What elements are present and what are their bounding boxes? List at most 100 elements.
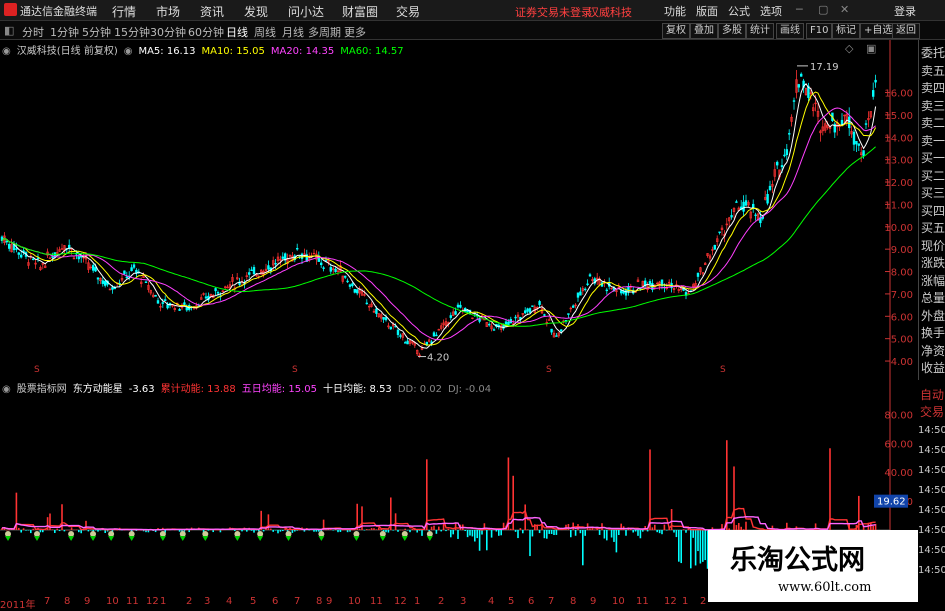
panel-toggle-icon[interactable]: ◧ — [4, 24, 14, 37]
energy-bar — [42, 530, 44, 533]
auto-trade-item[interactable]: 交易 — [920, 403, 944, 420]
menu-wealth[interactable]: 财富圈 — [342, 3, 378, 20]
energy-bar — [313, 530, 315, 532]
candle-body — [435, 334, 438, 337]
login-notice[interactable]: 证券交易未登录 — [515, 4, 592, 20]
quote-panel-item[interactable]: 委托 — [921, 44, 945, 61]
add-watchlist-button[interactable]: +自选 — [860, 23, 897, 39]
menu-quotes[interactable]: 行情 — [112, 3, 136, 20]
candle-body — [735, 201, 738, 203]
period-weekly[interactable]: 周线 — [254, 24, 276, 40]
f10-button[interactable]: F10 — [806, 23, 833, 39]
settings-icon[interactable]: ◉ — [2, 46, 11, 57]
energy-bar — [584, 530, 586, 536]
chart-title[interactable]: 汉威科技(日线 前复权) — [17, 46, 118, 57]
quote-panel-item[interactable]: 买三 — [921, 184, 945, 201]
multi-stock-button[interactable]: 多股 — [718, 23, 746, 39]
quote-panel-item[interactable]: 卖一 — [921, 132, 945, 149]
energy-bar — [582, 530, 584, 566]
ma-toggle-icon[interactable]: ◉ — [124, 46, 133, 57]
quote-panel-item[interactable]: 买二 — [921, 167, 945, 184]
period-more[interactable]: 更多 — [344, 24, 366, 40]
menu-market[interactable]: 市场 — [156, 3, 180, 20]
energy-bar — [639, 530, 642, 539]
quote-panel-item[interactable]: 买一 — [921, 149, 945, 166]
auto-trade-item[interactable]: 自动 — [920, 386, 944, 403]
candle-body — [36, 257, 40, 260]
quote-panel-item[interactable]: 卖五 — [921, 62, 945, 79]
quote-panel-item[interactable]: 卖四 — [921, 79, 945, 96]
menu-layout[interactable]: 版面 — [696, 3, 718, 19]
indicator-settings-icon[interactable]: ◉ — [2, 384, 11, 395]
energy-bar — [685, 530, 687, 533]
quote-panel-item[interactable]: 涨跌 — [921, 254, 945, 271]
energy-bar — [526, 529, 529, 530]
quote-panel-item[interactable]: 换手 — [921, 324, 945, 341]
period-1min[interactable]: 1分钟 — [50, 24, 79, 40]
date-tick-label: 11 — [126, 596, 139, 607]
period-15min[interactable]: 15分钟 — [114, 24, 150, 40]
candle-body — [874, 79, 877, 83]
quote-panel-item[interactable]: 卖二 — [921, 114, 945, 131]
quote-panel-item[interactable]: 卖三 — [921, 97, 945, 114]
date-tick-label: 2 — [438, 596, 445, 607]
energy-bar — [570, 530, 572, 538]
candle-body — [248, 272, 251, 275]
draw-button[interactable]: 画线 — [776, 23, 804, 39]
quote-panel-item[interactable]: 收益 — [921, 359, 945, 376]
menu-news[interactable]: 资讯 — [200, 3, 224, 20]
menu-function[interactable]: 功能 — [664, 3, 686, 19]
stats-button[interactable]: 统计 — [746, 23, 774, 39]
candle-body — [775, 161, 779, 166]
quote-panel-item[interactable]: 买四 — [921, 202, 945, 219]
quote-panel-item[interactable]: 总量 — [921, 289, 945, 306]
period-multi[interactable]: 多周期 — [308, 24, 341, 40]
candle-body — [123, 270, 126, 274]
energy-bar — [546, 530, 548, 539]
menu-options[interactable]: 选项 — [760, 3, 782, 19]
quote-panel-item[interactable]: 净资 — [921, 342, 945, 359]
diamond-icon[interactable]: ◇ — [845, 42, 853, 55]
price-tick-label: 16.00 — [884, 89, 913, 100]
indicator-source[interactable]: 股票指标网 — [17, 384, 67, 395]
quote-panel-item[interactable]: 外盘 — [921, 307, 945, 324]
period-daily[interactable]: 日线 — [226, 24, 248, 40]
restore-icon[interactable]: ▢ — [818, 3, 828, 16]
menu-trade[interactable]: 交易 — [396, 3, 420, 20]
close-icon[interactable]: ✕ — [840, 3, 849, 16]
energy-bar — [512, 475, 514, 530]
quote-panel-item[interactable]: 买五 — [921, 219, 945, 236]
green-arrow-icon — [257, 536, 264, 541]
mark-button[interactable]: 标记 — [832, 23, 860, 39]
minimize-icon[interactable]: ─ — [796, 3, 803, 16]
candle-body — [295, 248, 299, 250]
quote-panel-item[interactable]: 涨幅 — [921, 272, 945, 289]
overlay-button[interactable]: 叠加 — [690, 23, 718, 39]
back-button[interactable]: 返回 — [892, 23, 920, 39]
candle-body — [183, 302, 186, 305]
panel-expand-icon[interactable]: ▣ — [866, 42, 876, 55]
main-chart-info: ◉ 汉威科技(日线 前复权) ◉ MA5: 16.13 MA10: 15.05 MA20:… — [2, 42, 410, 57]
menu-ask[interactable]: 问小达 — [288, 3, 324, 20]
date-tick-label: 5 — [508, 596, 515, 607]
period-monthly[interactable]: 月线 — [282, 24, 304, 40]
adjust-button[interactable]: 复权 — [662, 23, 690, 39]
menu-discover[interactable]: 发现 — [244, 3, 268, 20]
energy-bar — [346, 530, 349, 533]
high-label: 17.19 — [810, 62, 839, 73]
energy-bar — [250, 530, 253, 531]
menu-formula[interactable]: 公式 — [728, 3, 750, 19]
login-button[interactable]: 登录 — [894, 3, 916, 19]
price-tick-label: 5.00 — [891, 335, 913, 346]
kline-chart[interactable]: 16.00 15.00 14.00 13.00 12.00 11.00 10.00 9.00 8… — [0, 40, 918, 378]
app-title: 通达信金融终端 — [20, 5, 97, 18]
price-tick-label: 4.00 — [891, 357, 913, 368]
indicator-tick-label: 60.00 — [884, 439, 913, 450]
period-timeshare[interactable]: 分时 — [22, 24, 44, 40]
energy-bar — [567, 523, 570, 530]
price-tick-label: 15.00 — [884, 111, 913, 122]
period-30min[interactable]: 30分钟 — [150, 24, 186, 40]
period-60min[interactable]: 60分钟 — [188, 24, 224, 40]
period-5min[interactable]: 5分钟 — [82, 24, 111, 40]
quote-panel-item[interactable]: 现价 — [921, 237, 945, 254]
